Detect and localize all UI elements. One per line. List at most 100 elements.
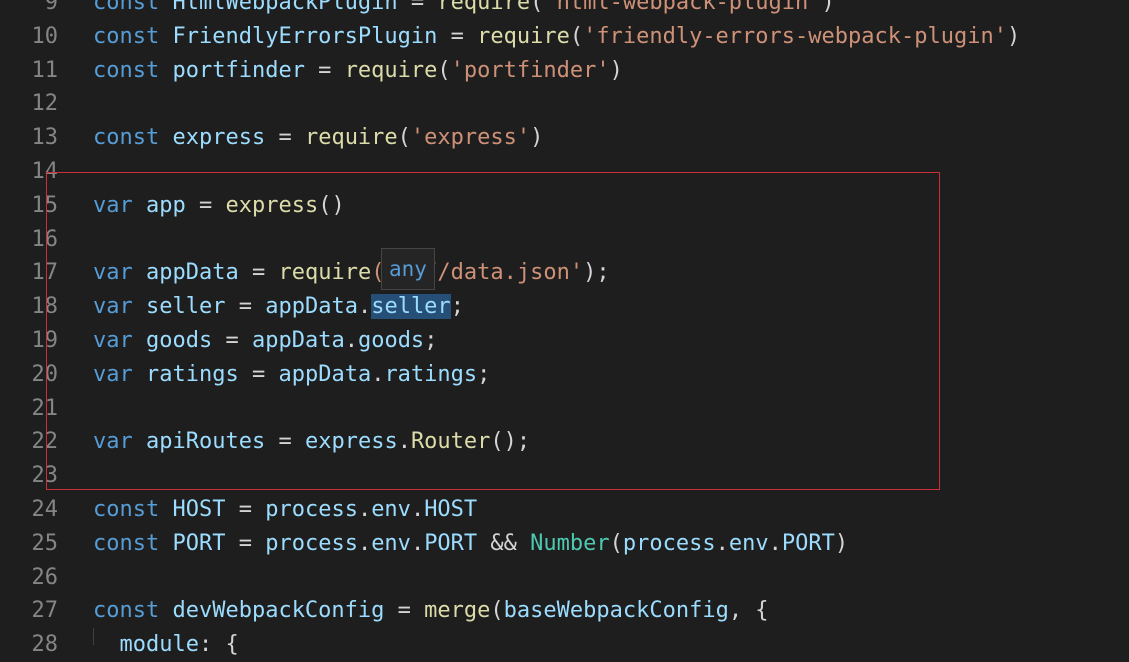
code-token: ) xyxy=(609,57,623,83)
code-token: ( xyxy=(609,530,623,556)
code-token: = xyxy=(225,294,266,320)
code-line[interactable]: 23 xyxy=(0,459,1129,493)
code-token: const xyxy=(93,530,160,556)
code-token: express xyxy=(172,125,266,151)
line-number: 21 xyxy=(31,395,59,421)
code-token: = xyxy=(238,361,279,387)
code-line[interactable]: 24 const HOST = process.env.HOST xyxy=(0,493,1129,527)
code-token: /data.json' xyxy=(437,260,584,286)
code-token: . xyxy=(371,361,385,387)
code-line[interactable]: 18 var seller = appData.seller; xyxy=(0,290,1129,324)
code-line[interactable]: 26 xyxy=(0,561,1129,595)
code-token: = xyxy=(304,57,345,83)
code-token: = xyxy=(225,496,266,522)
code-token: ratings xyxy=(146,361,239,387)
line-number: 14 xyxy=(31,158,59,184)
code-token: require xyxy=(477,23,570,49)
code-text[interactable]: const HOST = process.env.HOST xyxy=(93,493,477,527)
code-token: goods xyxy=(146,327,213,353)
code-token: HOST xyxy=(424,496,478,522)
code-token: ; xyxy=(450,294,464,320)
code-text[interactable]: var app = express() xyxy=(93,189,345,223)
code-editor[interactable]: 9 const HtmlWebpackPlugin = require('html… xyxy=(0,0,1129,662)
code-token: ratings xyxy=(384,361,478,387)
code-line[interactable]: 17 var appData = require('..//data.json')… xyxy=(0,256,1129,290)
code-token: process xyxy=(265,530,358,556)
line-number: 15 xyxy=(31,192,59,218)
code-token: 'html-webpack-plugin' xyxy=(543,0,822,15)
code-token: = xyxy=(265,429,305,455)
code-line[interactable]: 13 const express = require('express') xyxy=(0,121,1129,155)
code-token: FriendlyErrorsPlugin xyxy=(172,23,438,49)
code-token: 'friendly-errors-webpack-plugin' xyxy=(583,23,1007,49)
code-token: apiRoutes xyxy=(146,429,266,455)
code-text[interactable]: const devWebpackConfig = merge(baseWebpa… xyxy=(93,594,769,628)
code-line[interactable]: 19 var goods = appData.goods; xyxy=(0,324,1129,358)
code-line[interactable]: 20 var ratings = appData.ratings; xyxy=(0,358,1129,392)
code-token: process xyxy=(622,530,716,556)
line-number: 9 xyxy=(44,0,58,15)
code-token: require xyxy=(437,0,531,15)
code-text[interactable]: var apiRoutes = express.Router(); xyxy=(93,425,530,459)
code-token: . xyxy=(410,530,425,556)
code-token: = xyxy=(238,260,279,286)
code-token: env xyxy=(371,530,411,556)
code-line[interactable]: 25 const PORT = process.env.PORT && Numbe… xyxy=(0,527,1129,561)
code-line[interactable]: 15 var app = express() xyxy=(0,189,1129,223)
code-token: , { xyxy=(728,598,769,624)
code-line[interactable]: 11 const portfinder = require('portfinder… xyxy=(0,54,1129,88)
code-text[interactable]: var goods = appData.goods; xyxy=(93,324,437,358)
code-text[interactable]: module: { xyxy=(93,628,239,662)
code-token: = xyxy=(225,530,266,556)
code-token: PORT xyxy=(172,530,226,556)
code-token: ( xyxy=(397,125,411,151)
code-token: PORT xyxy=(781,530,835,556)
code-line[interactable]: 21 xyxy=(0,392,1129,426)
line-number: 12 xyxy=(31,91,59,117)
code-token: const xyxy=(93,57,160,83)
code-line[interactable]: 14 xyxy=(0,155,1129,189)
code-text[interactable]: const FriendlyErrorsPlugin = require('fr… xyxy=(93,20,1020,54)
code-line[interactable]: 9 const HtmlWebpackPlugin = require('html… xyxy=(0,0,1129,20)
code-token: . xyxy=(410,496,425,522)
code-text[interactable]: var seller = appData.seller; xyxy=(93,290,464,324)
code-line[interactable]: 16 xyxy=(0,223,1129,257)
code-token: const xyxy=(93,598,160,624)
code-line[interactable]: 12 xyxy=(0,87,1129,121)
code-token: . xyxy=(715,530,729,556)
code-token: Router xyxy=(410,429,491,455)
code-token: ) xyxy=(821,0,835,15)
code-text[interactable]: var ratings = appData.ratings; xyxy=(93,358,490,392)
code-text[interactable]: const HtmlWebpackPlugin = require('html-… xyxy=(93,0,835,20)
code-token: env xyxy=(371,496,411,522)
code-token: HtmlWebpackPlugin xyxy=(172,0,398,15)
code-token: (); xyxy=(490,429,531,455)
line-number: 24 xyxy=(31,496,59,522)
code-token: express xyxy=(225,192,319,218)
line-number: 25 xyxy=(31,530,59,556)
code-token: && xyxy=(477,530,531,556)
code-token: . xyxy=(768,530,782,556)
code-text[interactable]: var appData = require('..//data.json'); xyxy=(93,256,610,290)
code-text[interactable]: const portfinder = require('portfinder') xyxy=(93,54,623,88)
code-line[interactable]: 27 const devWebpackConfig = merge(baseWeb… xyxy=(0,594,1129,628)
code-token: var xyxy=(93,429,133,455)
code-text[interactable]: const PORT = process.env.PORT && Number(… xyxy=(93,527,848,561)
code-line[interactable]: 28 module: { xyxy=(0,628,1129,662)
line-number: 16 xyxy=(31,226,59,252)
code-token: appData xyxy=(146,260,239,286)
code-token: express xyxy=(304,429,398,455)
code-token: . xyxy=(344,327,358,353)
code-token: () xyxy=(318,192,345,218)
code-token: ; xyxy=(424,327,438,353)
code-line[interactable]: 10 const FriendlyErrorsPlugin = require('… xyxy=(0,20,1129,54)
code-line[interactable]: 22 var apiRoutes = express.Router(); xyxy=(0,425,1129,459)
line-number: 22 xyxy=(31,429,59,455)
code-text[interactable]: const express = require('express') xyxy=(93,121,543,155)
